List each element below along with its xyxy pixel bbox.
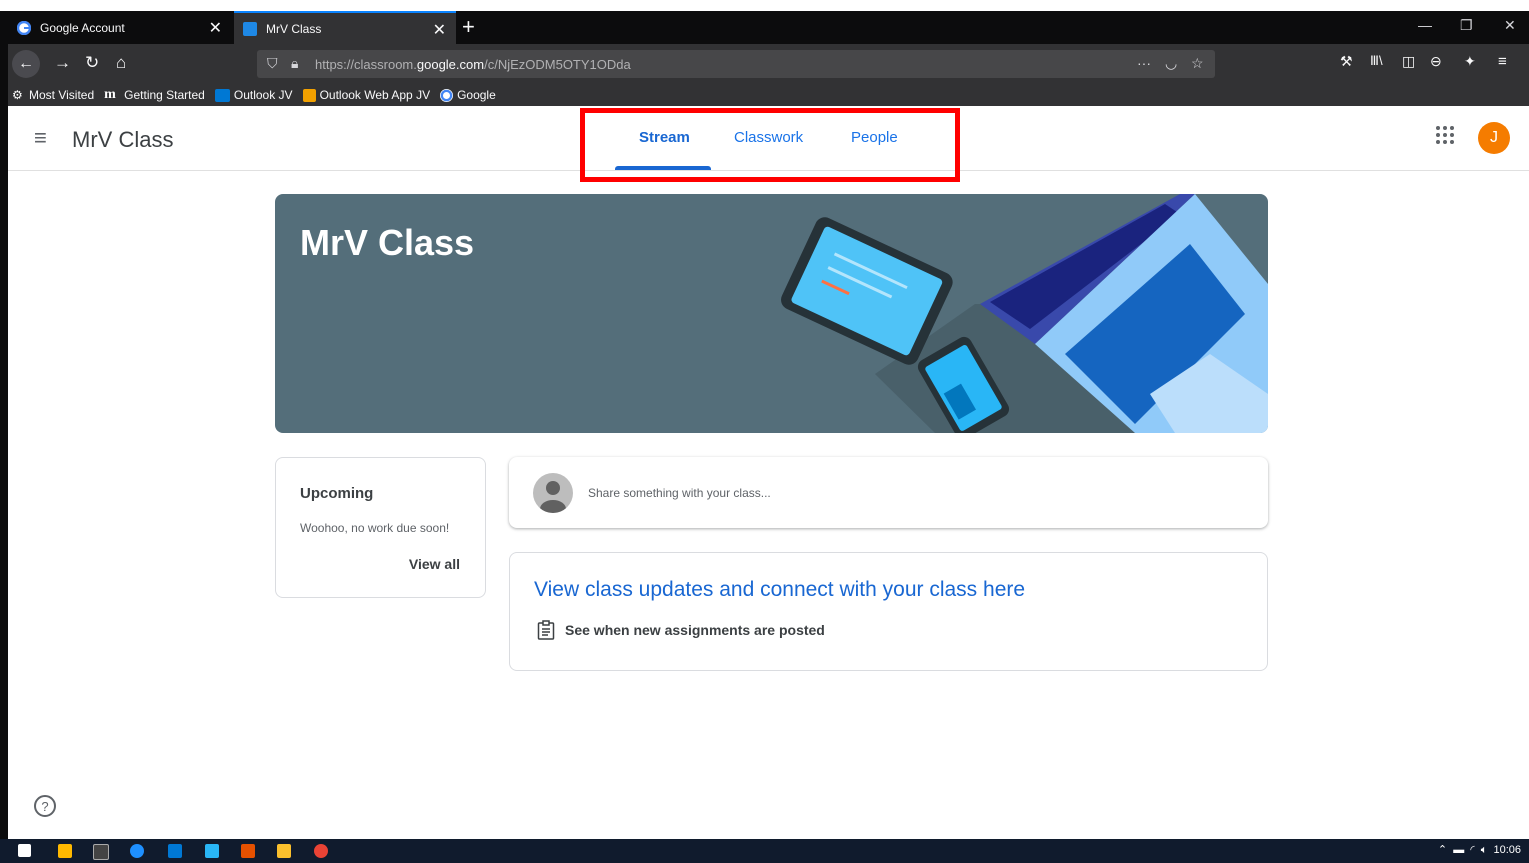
avatar[interactable]: J <box>1478 122 1510 154</box>
windows-taskbar: ⌃ ▬ ◜ 🔈︎ 10:06 <box>0 839 1529 863</box>
stream-info-card: View class updates and connect with your… <box>509 552 1268 671</box>
more-actions-icon[interactable]: ··· <box>1137 55 1151 71</box>
info-row-text: See when new assignments are posted <box>565 622 825 638</box>
browser-tab-strip: Google Account ✕ MrV Class ✕ + — ❐ ✕ <box>8 11 1529 44</box>
bookmarks-bar: ⚙ Most Visited m Getting Started Outlook… <box>8 84 1529 106</box>
vscode-icon[interactable] <box>168 844 182 858</box>
library-icon[interactable]: Ⅲ\ <box>1370 53 1383 69</box>
bookmark-label: Google <box>457 88 496 102</box>
banner-illustration <box>781 194 1268 433</box>
arrow-left-icon: ← <box>18 55 34 72</box>
outlook-icon <box>302 88 316 102</box>
back-button[interactable]: ← <box>12 50 40 78</box>
bookmark-label: Outlook JV <box>233 88 293 102</box>
upcoming-title: Upcoming <box>300 485 374 502</box>
menu-icon[interactable]: ≡ <box>1498 53 1507 70</box>
share-box[interactable]: Share something with your class... <box>509 457 1268 528</box>
app-icon[interactable] <box>241 844 255 858</box>
wrench-icon[interactable]: ⚒ <box>1340 53 1353 70</box>
chrome-icon[interactable] <box>314 844 328 858</box>
address-bar[interactable]: ⛉ 🔒︎ https://classroom.google.com/c/NjEz… <box>257 50 1215 78</box>
annotation-highlight <box>580 108 960 182</box>
m-icon: m <box>104 86 116 102</box>
bookmark-outlook-jv[interactable]: Outlook JV <box>214 88 293 102</box>
info-row: See when new assignments are posted <box>537 620 825 640</box>
bookmark-label: Most Visited <box>29 88 95 102</box>
system-tray: ⌃ ▬ ◜ 🔈︎ 10:06 <box>1438 843 1521 857</box>
bookmark-getting-started[interactable]: m Getting Started <box>104 86 205 102</box>
firefox-icon[interactable] <box>130 844 144 858</box>
view-all-link[interactable]: View all <box>409 556 460 572</box>
browser-nav-bar: ← → ↻ ⌂ ⛉ 🔒︎ https://classroom.google.co… <box>8 44 1529 84</box>
battery-icon[interactable]: ▬ <box>1453 844 1464 856</box>
reload-button[interactable]: ↻ <box>85 53 99 73</box>
screen-margin <box>0 0 1529 11</box>
help-icon[interactable]: ? <box>34 795 56 817</box>
close-tab-icon[interactable]: ✕ <box>433 20 446 40</box>
wifi-icon[interactable]: ◜ <box>1470 844 1474 856</box>
extensions-icon[interactable]: ✦ <box>1464 53 1476 70</box>
file-explorer-icon[interactable] <box>58 844 72 858</box>
tray-chevron-icon[interactable]: ⌃ <box>1438 844 1447 856</box>
outlook-icon <box>214 88 230 102</box>
bookmark-star-icon[interactable]: ☆ <box>1191 55 1204 72</box>
tab-title: Google Account <box>40 20 125 35</box>
google-icon <box>440 88 454 102</box>
bookmark-label: Getting Started <box>124 88 205 102</box>
account-icon[interactable]: ⊖ <box>1430 53 1442 70</box>
bookmark-label: Outlook Web App JV <box>319 88 431 102</box>
windows-start-icon[interactable] <box>18 844 31 857</box>
browser-tab-mrv-class[interactable]: MrV Class ✕ <box>234 11 456 44</box>
user-avatar-icon <box>533 473 573 513</box>
url-text: https://classroom.google.com/c/NjEzODM5O… <box>315 57 631 72</box>
class-name[interactable]: MrV Class <box>72 127 173 153</box>
hamburger-menu-icon[interactable]: ≡ <box>34 125 47 151</box>
browser-tab-google-account[interactable]: Google Account ✕ <box>8 11 232 44</box>
share-input[interactable]: Share something with your class... <box>588 486 771 500</box>
close-tab-icon[interactable]: ✕ <box>209 18 222 38</box>
clock[interactable]: 10:06 <box>1493 844 1521 856</box>
upcoming-card: Upcoming Woohoo, no work due soon! View … <box>275 457 486 598</box>
classroom-icon <box>243 21 257 36</box>
gear-icon: ⚙ <box>12 87 23 102</box>
forward-button[interactable]: → <box>54 53 71 73</box>
upcoming-text: Woohoo, no work due soon! <box>300 521 450 535</box>
home-button[interactable]: ⌂ <box>116 53 126 73</box>
minimize-icon[interactable]: — <box>1418 17 1432 33</box>
info-title: View class updates and connect with your… <box>534 578 1026 601</box>
shield-icon[interactable]: ⛉ <box>267 55 278 72</box>
sidebar-icon[interactable]: ◫ <box>1402 53 1415 70</box>
app-icon[interactable] <box>205 844 219 858</box>
bookmark-most-visited[interactable]: ⚙ Most Visited <box>12 88 94 102</box>
terminal-icon[interactable] <box>93 844 109 860</box>
bookmark-outlook-web-app[interactable]: Outlook Web App JV <box>302 88 431 102</box>
class-banner: MrV Class <box>275 194 1268 433</box>
lock-icon[interactable]: 🔒︎ <box>291 55 298 72</box>
volume-icon[interactable]: 🔈︎ <box>1481 844 1488 856</box>
assignment-icon <box>537 620 555 640</box>
google-icon <box>16 20 32 35</box>
bookmark-google[interactable]: Google <box>440 88 496 102</box>
pocket-icon[interactable]: ◡ <box>1165 55 1177 72</box>
window-frame <box>0 11 8 839</box>
restore-icon[interactable]: ❐ <box>1460 17 1473 34</box>
new-tab-button[interactable]: + <box>462 14 475 40</box>
tab-title: MrV Class <box>266 21 322 36</box>
close-window-icon[interactable]: ✕ <box>1504 17 1516 34</box>
apps-grid-icon[interactable] <box>1436 126 1456 146</box>
notes-icon[interactable] <box>277 844 291 858</box>
